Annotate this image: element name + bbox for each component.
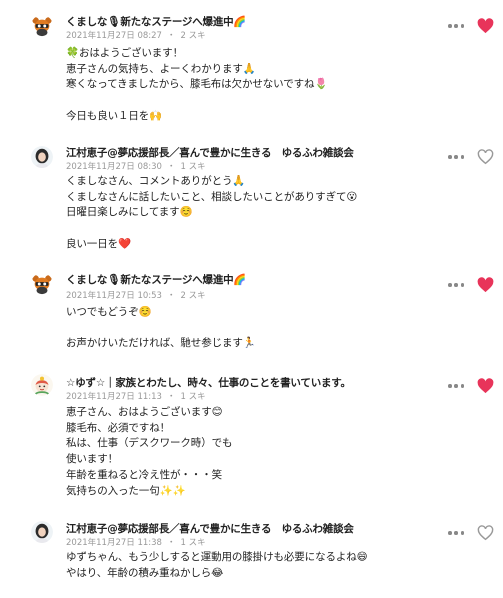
comment-date: 2021年11月27日 08:27 — [66, 31, 162, 41]
comment-meta: 2021年11月27日 11:38 ・ 1 スキ — [66, 536, 206, 548]
comment-date: 2021年11月27日 08:30 — [66, 162, 162, 172]
comment-author[interactable]: くましな🎙新たなステージへ爆進中🌈 — [66, 272, 246, 287]
heart-outline-icon[interactable] — [477, 525, 494, 541]
comment-meta: 2021年11月27日 10:53 ・ 2 スキ — [66, 289, 206, 301]
avatar[interactable] — [31, 521, 53, 543]
comment-author[interactable]: 江村恵子@夢応援部長／喜んで豊かに生きる ゆるふわ雑談会 — [66, 145, 354, 160]
comment-feed: くましな🎙新たなステージへ爆進中🌈 2021年11月27日 08:27 ・ 2 スキ… — [0, 0, 503, 598]
more-options-button[interactable] — [448, 382, 464, 390]
bear-character-icon — [31, 15, 53, 37]
meta-separator: ・ — [166, 392, 176, 402]
like-count[interactable]: 2 スキ — [180, 289, 205, 301]
woman-portrait-icon — [31, 521, 53, 543]
avatar[interactable] — [31, 273, 53, 295]
meta-separator: ・ — [166, 538, 176, 548]
heart-outline-icon[interactable] — [477, 149, 494, 165]
comment-author[interactable]: くましな🎙新たなステージへ爆進中🌈 — [66, 14, 246, 29]
heart-icon[interactable] — [477, 277, 494, 293]
avatar[interactable] — [31, 146, 53, 168]
comment-date: 2021年11月27日 10:53 — [66, 291, 162, 301]
more-options-button[interactable] — [448, 153, 464, 161]
like-count[interactable]: 2 スキ — [180, 29, 205, 41]
more-options-button[interactable] — [448, 22, 464, 30]
heart-icon[interactable] — [477, 378, 494, 394]
meta-separator: ・ — [166, 31, 176, 41]
woman-portrait-icon — [31, 146, 53, 168]
meta-separator: ・ — [166, 162, 176, 172]
like-count[interactable]: 1 スキ — [180, 536, 205, 548]
avatar[interactable] — [31, 374, 53, 396]
more-options-button[interactable] — [448, 529, 464, 537]
comment-date: 2021年11月27日 11:38 — [66, 538, 162, 548]
like-count[interactable]: 1 スキ — [180, 160, 205, 172]
more-options-button[interactable] — [448, 281, 464, 289]
comment-body: 🍀おはようございます！ 恵子さんの気持ち、よーくわかります🙏 寒くなってきました… — [66, 47, 328, 122]
comment-meta: 2021年11月27日 08:30 ・ 1 スキ — [66, 160, 206, 172]
yuzu-character-icon — [31, 374, 53, 396]
comment-body: 恵子さん、おはようございます😊 膝毛布、必須ですね！ 私は、仕事（デスクワーク時… — [66, 406, 233, 497]
comment-author[interactable]: 江村恵子@夢応援部長／喜んで豊かに生きる ゆるふわ雑談会 — [66, 521, 354, 536]
meta-separator: ・ — [166, 291, 176, 301]
comment-body: いつでもどうぞ☺️ お声かけいただければ、馳せ参じます🏃 — [66, 306, 256, 350]
comment-date: 2021年11月27日 11:13 — [66, 392, 162, 402]
heart-icon[interactable] — [477, 18, 494, 34]
comment-meta: 2021年11月27日 08:27 ・ 2 スキ — [66, 29, 206, 41]
comment-body: くましなさん、コメントありがとう🙏 くましなさんに話したいこと、相談したいことが… — [66, 175, 358, 250]
comment-author[interactable]: ☆ゆず☆｜家族とわたし、時々、仕事のことを書いています。 — [66, 375, 351, 390]
comment-body: ゆずちゃん、もう少しすると運動用の膝掛けも必要になるよね😄 やはり、年齢の積み重… — [66, 551, 368, 579]
avatar[interactable] — [31, 15, 53, 37]
bear-character-icon — [31, 273, 53, 295]
comment-meta: 2021年11月27日 11:13 ・ 1 スキ — [66, 390, 206, 402]
like-count[interactable]: 1 スキ — [180, 390, 205, 402]
